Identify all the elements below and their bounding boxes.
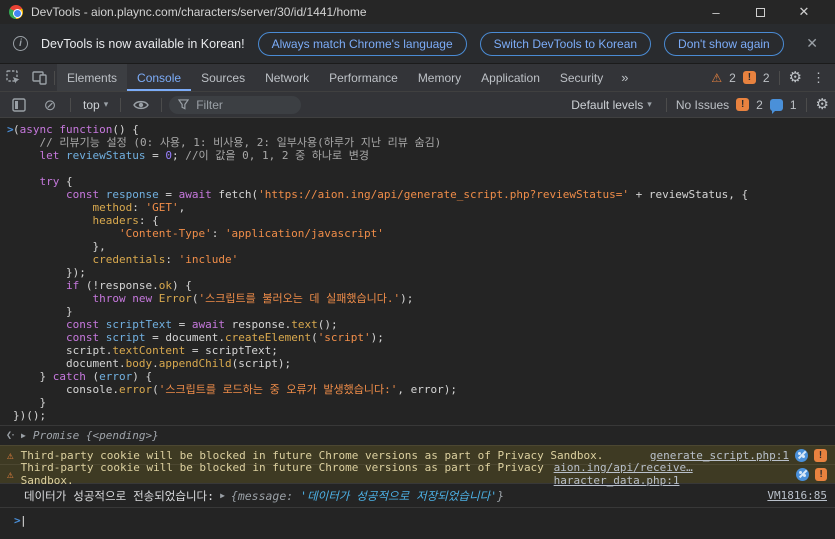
issue-badge-count: 2: [756, 98, 763, 112]
window-titlebar: DevTools - aion.plaync.com/characters/se…: [0, 0, 835, 24]
maximize-button[interactable]: [738, 5, 782, 20]
tab-security[interactable]: Security: [550, 64, 613, 91]
log-source-cluster: VM1816:85: [767, 489, 827, 502]
live-expression-eye-icon[interactable]: [128, 99, 154, 111]
object-preview: {message: '데이터가 성공적으로 저장되었습니다'}: [231, 488, 504, 504]
console-code-block: (async function() { // 리뷰기능 설정 (0: 사용, 1…: [13, 123, 748, 422]
message-badge-count: 1: [790, 98, 797, 112]
devtools-tabbar: Elements Console Sources Network Perform…: [0, 64, 835, 92]
tab-console[interactable]: Console: [127, 64, 191, 91]
preview-open: {message:: [231, 489, 300, 503]
result-preview: Promise {<pending>}: [33, 429, 159, 442]
clear-console-icon[interactable]: ⊘: [37, 96, 63, 114]
input-prompt-icon: >: [0, 123, 13, 422]
messages-bubble-icon[interactable]: [770, 99, 783, 111]
divider: [120, 98, 121, 112]
switch-korean-button[interactable]: Switch DevTools to Korean: [480, 32, 651, 56]
console-prompt-row[interactable]: > |: [0, 508, 835, 527]
console-toolbar-right: Default levels ▾ No Issues ! 2 1 ⚙: [566, 97, 829, 112]
issue-count: 2: [763, 71, 770, 85]
filter-input-box[interactable]: [169, 96, 301, 114]
kebab-menu-icon[interactable]: ⋮: [809, 70, 828, 86]
dont-show-again-button[interactable]: Don't show again: [664, 32, 784, 56]
divider: [666, 98, 667, 112]
warning-icon: ⚠: [7, 469, 14, 480]
infobar-close-icon[interactable]: ✕: [802, 35, 822, 52]
log-text: 데이터가 성공적으로 전송되었습니다:: [24, 488, 214, 504]
cookie-icon[interactable]: [796, 468, 809, 481]
return-value-icon: ❮·: [6, 430, 14, 441]
source-link[interactable]: generate_script.php:1: [650, 449, 789, 462]
no-issues-label[interactable]: No Issues: [676, 98, 729, 112]
settings-gear-icon[interactable]: ⚙: [789, 70, 802, 85]
console-messages: > (async function() { // 리뷰기능 설정 (0: 사용,…: [0, 118, 835, 527]
divider: [806, 98, 807, 112]
close-button[interactable]: ✕: [782, 4, 826, 20]
infobar-message: DevTools is now available in Korean!: [41, 37, 245, 51]
maximize-icon: [756, 8, 765, 17]
console-toolbar: ⊘ top ▾ Default levels ▾ No Issues ! 2 1…: [0, 92, 835, 118]
log-levels-label: Default levels: [571, 98, 643, 112]
tabbar-right-cluster: ⚠ 2 ! 2 ⚙ ⋮: [711, 64, 835, 91]
tab-elements[interactable]: Elements: [57, 64, 127, 91]
more-tabs-icon[interactable]: »: [613, 64, 636, 91]
console-result-row: ❮· ▶ Promise {<pending>}: [0, 425, 835, 445]
window-controls: – ✕: [694, 4, 826, 20]
filter-input[interactable]: [196, 98, 286, 112]
inspect-element-icon[interactable]: [0, 64, 26, 91]
divider: [779, 71, 780, 85]
tab-sources[interactable]: Sources: [191, 64, 255, 91]
match-language-button[interactable]: Always match Chrome's language: [258, 32, 467, 56]
tab-performance[interactable]: Performance: [319, 64, 408, 91]
divider: [70, 98, 71, 112]
info-icon: i: [13, 36, 28, 51]
preview-string: '데이터가 성공적으로 저장되었습니다': [300, 489, 497, 503]
warning-count: 2: [729, 71, 736, 85]
warning-icon[interactable]: ⚠: [711, 72, 722, 84]
warning-source-cluster: aion.ing/api/receive…haracter_data.php:1…: [554, 461, 827, 487]
tab-network[interactable]: Network: [255, 64, 319, 91]
issues-icon[interactable]: !: [743, 71, 756, 84]
expand-triangle-icon[interactable]: ▶: [220, 492, 225, 500]
divider: [161, 98, 162, 112]
warning-text: Third-party cookie will be blocked in fu…: [21, 461, 547, 487]
input-prompt-icon: >: [7, 514, 20, 527]
warning-source-cluster: generate_script.php:1 !: [650, 449, 827, 462]
console-input-entry[interactable]: > (async function() { // 리뷰기능 설정 (0: 사용,…: [0, 118, 835, 425]
preview-close: }: [497, 489, 504, 503]
issue-badge-icon[interactable]: !: [814, 449, 827, 462]
cookie-icon[interactable]: [795, 449, 808, 462]
log-levels-selector[interactable]: Default levels ▾: [566, 98, 657, 112]
minimize-button[interactable]: –: [694, 5, 738, 20]
device-toolbar-icon[interactable]: [26, 64, 52, 91]
source-link[interactable]: VM1816:85: [767, 489, 827, 502]
chevron-down-icon: ▾: [647, 99, 652, 110]
expand-triangle-icon[interactable]: ▶: [21, 432, 26, 440]
context-label: top: [83, 98, 100, 112]
tab-memory[interactable]: Memory: [408, 64, 471, 91]
issue-badge-icon[interactable]: !: [815, 468, 827, 481]
warning-text: Third-party cookie will be blocked in fu…: [21, 449, 604, 462]
filter-funnel-icon: [178, 99, 189, 110]
console-warning-row: ⚠ Third-party cookie will be blocked in …: [0, 464, 835, 483]
issues-icon[interactable]: !: [736, 98, 749, 111]
context-selector[interactable]: top ▾: [78, 98, 113, 112]
divider: [54, 71, 55, 85]
tab-application[interactable]: Application: [471, 64, 550, 91]
chrome-logo-icon: [9, 5, 23, 19]
window-title: DevTools - aion.plaync.com/characters/se…: [31, 5, 367, 19]
warning-icon: ⚠: [7, 450, 14, 461]
console-settings-gear-icon[interactable]: ⚙: [816, 97, 829, 112]
language-infobar: i DevTools is now available in Korean! A…: [0, 24, 835, 64]
chevron-down-icon: ▾: [104, 99, 109, 110]
console-sidebar-icon[interactable]: [6, 98, 32, 112]
text-cursor: |: [20, 514, 27, 527]
source-link[interactable]: aion.ing/api/receive…haracter_data.php:1: [554, 461, 791, 487]
